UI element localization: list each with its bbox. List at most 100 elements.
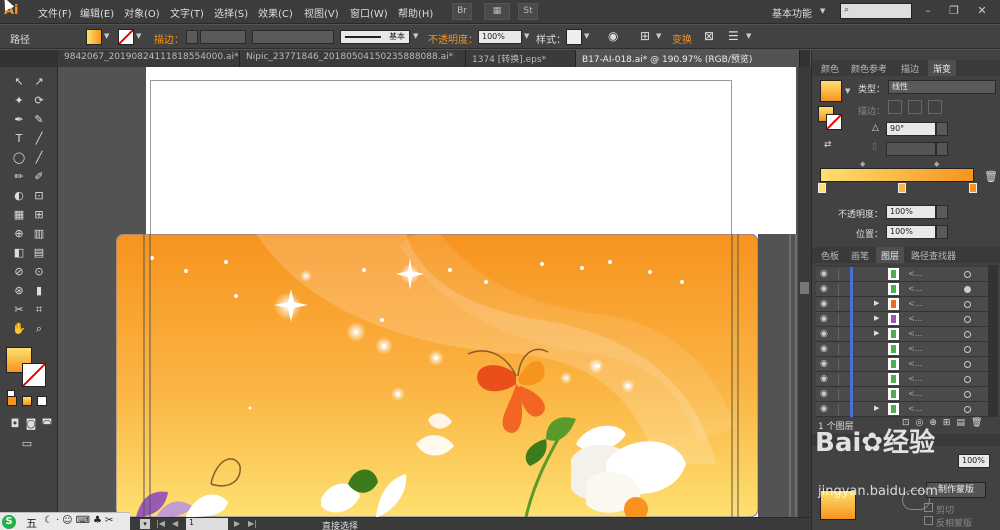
isolate-icon[interactable]: ⊠ bbox=[704, 29, 714, 43]
visibility-eye-icon[interactable]: ◉ bbox=[820, 269, 828, 279]
current-tool-status[interactable]: 直接选择 bbox=[322, 519, 358, 530]
variable-width-dropdown[interactable] bbox=[252, 30, 334, 44]
bridge-button[interactable]: Br bbox=[452, 3, 472, 20]
stroke-label[interactable]: 描边： bbox=[154, 31, 184, 46]
align-chevron-icon[interactable]: ▼ bbox=[656, 32, 661, 40]
minimize-button[interactable]: – bbox=[918, 4, 938, 20]
delete-stop-icon[interactable]: 🗑 bbox=[984, 170, 998, 183]
recolor-artwork-icon[interactable]: ◉ bbox=[608, 29, 618, 43]
stroke-swatch[interactable] bbox=[118, 29, 134, 45]
layer-row[interactable]: ◉ <... bbox=[816, 267, 988, 282]
tab-gradient[interactable]: 渐变 bbox=[928, 60, 957, 76]
menu-view[interactable]: 视图(V) bbox=[304, 5, 339, 20]
gradient-stop-end[interactable] bbox=[969, 183, 977, 193]
target-circle-icon[interactable] bbox=[964, 286, 971, 293]
menu-window[interactable]: 窗口(W) bbox=[350, 5, 388, 20]
position-dropdown-button[interactable] bbox=[936, 225, 948, 239]
opacity-label[interactable]: 不透明度： bbox=[428, 31, 478, 46]
ellipse-tool-icon[interactable]: ◯ bbox=[10, 149, 28, 166]
reverse-gradient-icon[interactable]: ⇄ bbox=[824, 140, 832, 150]
mesh-tool-icon[interactable]: ◧ bbox=[10, 244, 28, 261]
visibility-eye-icon[interactable]: ◉ bbox=[820, 299, 828, 309]
page-number-input[interactable]: 1 bbox=[186, 518, 228, 530]
opacity-chevron-icon[interactable]: ▼ bbox=[524, 32, 529, 40]
clip-checkbox[interactable] bbox=[924, 503, 933, 512]
lock-toggle[interactable] bbox=[838, 299, 848, 310]
zoom-dropdown[interactable]: ▾ bbox=[140, 519, 150, 529]
next-page-icon[interactable]: ▶ bbox=[234, 519, 240, 528]
tab-document-1[interactable]: 9842067_20190824111818554000.ai* @ bbox=[58, 50, 240, 67]
lock-toggle[interactable] bbox=[838, 329, 848, 340]
stroke-across-icon[interactable] bbox=[928, 100, 942, 114]
brush-chevron-icon[interactable]: ▼ bbox=[413, 32, 418, 40]
midpoint-diamond-icon[interactable]: ◆ bbox=[860, 160, 865, 168]
target-circle-icon[interactable] bbox=[964, 391, 971, 398]
close-window-button[interactable]: ✕ bbox=[972, 4, 992, 20]
visibility-eye-icon[interactable]: ◉ bbox=[820, 284, 828, 294]
tab-color[interactable]: 颜色 bbox=[816, 60, 845, 76]
visibility-eye-icon[interactable]: ◉ bbox=[820, 374, 828, 384]
gradient-stop-start[interactable] bbox=[818, 183, 826, 193]
lock-toggle[interactable] bbox=[838, 389, 848, 400]
sync-settings-button[interactable]: St bbox=[518, 3, 538, 20]
target-circle-icon[interactable] bbox=[964, 406, 971, 413]
tab-document-3[interactable]: 1374 [转换].eps* bbox=[466, 50, 576, 67]
arrange-documents-button[interactable]: ▦ bbox=[484, 3, 510, 20]
lock-toggle[interactable] bbox=[838, 284, 848, 295]
aspect-dropdown-button[interactable] bbox=[936, 142, 948, 156]
shape-builder-tool-icon[interactable]: ⊕ bbox=[10, 225, 28, 242]
layer-row[interactable]: ◉ <... bbox=[816, 282, 988, 297]
selection-tool-icon[interactable]: ↖ bbox=[10, 73, 28, 90]
stop-opacity-input[interactable]: 100% bbox=[886, 205, 936, 219]
tab-color-guide[interactable]: 颜色参考 bbox=[846, 60, 893, 76]
align-options-icon[interactable]: ⊞ bbox=[640, 29, 650, 43]
visibility-eye-icon[interactable]: ◉ bbox=[820, 314, 828, 324]
tab-document-2[interactable]: Nipic_23771846_20180504150235888088.ai* bbox=[240, 50, 466, 67]
angle-input[interactable]: 90° bbox=[886, 122, 936, 136]
lock-toggle[interactable] bbox=[838, 269, 848, 280]
lasso-tool-icon[interactable]: ⟳ bbox=[30, 92, 48, 109]
help-search-input[interactable] bbox=[840, 3, 912, 19]
menu-file[interactable]: 文件(F) bbox=[38, 5, 72, 20]
menu-help[interactable]: 帮助(H) bbox=[398, 5, 433, 20]
workspace-switcher[interactable]: 基本功能 bbox=[772, 5, 812, 20]
draw-inside-icon[interactable]: ◚ bbox=[38, 415, 56, 432]
opacity-dropdown-button[interactable] bbox=[936, 205, 948, 219]
color-mode-button[interactable] bbox=[7, 396, 17, 406]
invert-mask-checkbox[interactable] bbox=[924, 516, 933, 525]
tab-layers[interactable]: 图层 bbox=[876, 247, 905, 263]
gradient-slider[interactable] bbox=[820, 168, 974, 182]
expand-triangle-icon[interactable]: ▶ bbox=[874, 404, 879, 412]
gradient-tool-icon[interactable]: ▤ bbox=[30, 244, 48, 261]
orange-gradient-artwork[interactable] bbox=[116, 234, 798, 517]
visibility-eye-icon[interactable]: ◉ bbox=[820, 344, 828, 354]
visibility-eye-icon[interactable]: ◉ bbox=[820, 329, 828, 339]
curvature-tool-icon[interactable]: ✎ bbox=[30, 111, 48, 128]
target-circle-icon[interactable] bbox=[964, 346, 971, 353]
stroke-within-icon[interactable] bbox=[888, 100, 902, 114]
prev-page-icon[interactable]: ◀ bbox=[172, 519, 178, 528]
type-tool-icon[interactable]: T bbox=[10, 130, 28, 147]
target-circle-icon[interactable] bbox=[964, 271, 971, 278]
visibility-eye-icon[interactable]: ◉ bbox=[820, 389, 828, 399]
restore-button[interactable]: ❐ bbox=[944, 4, 964, 20]
menu-effect[interactable]: 效果(C) bbox=[258, 5, 293, 20]
stroke-weight-stepper[interactable] bbox=[186, 30, 198, 44]
layer-row[interactable]: ◉ ▶ <... bbox=[816, 297, 988, 312]
lock-toggle[interactable] bbox=[838, 374, 848, 385]
target-circle-icon[interactable] bbox=[964, 331, 971, 338]
midpoint-diamond-icon-2[interactable]: ◆ bbox=[934, 160, 939, 168]
tab-swatches[interactable]: 色板 bbox=[816, 247, 845, 263]
visibility-eye-icon[interactable]: ◉ bbox=[820, 404, 828, 414]
pen-tool-icon[interactable]: ✒ bbox=[10, 111, 28, 128]
expand-triangle-icon[interactable]: ▶ bbox=[874, 299, 879, 307]
tab-pathfinder[interactable]: 路径查找器 bbox=[906, 247, 962, 263]
target-circle-icon[interactable] bbox=[964, 376, 971, 383]
fill-chevron-icon[interactable]: ▼ bbox=[104, 32, 109, 40]
layer-row[interactable]: ◉ <... bbox=[816, 342, 988, 357]
pencil-tool-icon[interactable]: ✏ bbox=[10, 168, 28, 185]
gradient-thumb-chevron-icon[interactable]: ▼ bbox=[845, 87, 850, 95]
layer-row[interactable]: ◉ <... bbox=[816, 372, 988, 387]
graphic-style-swatch[interactable] bbox=[566, 29, 582, 45]
brush-style-dropdown[interactable]: 基本 bbox=[340, 30, 410, 44]
